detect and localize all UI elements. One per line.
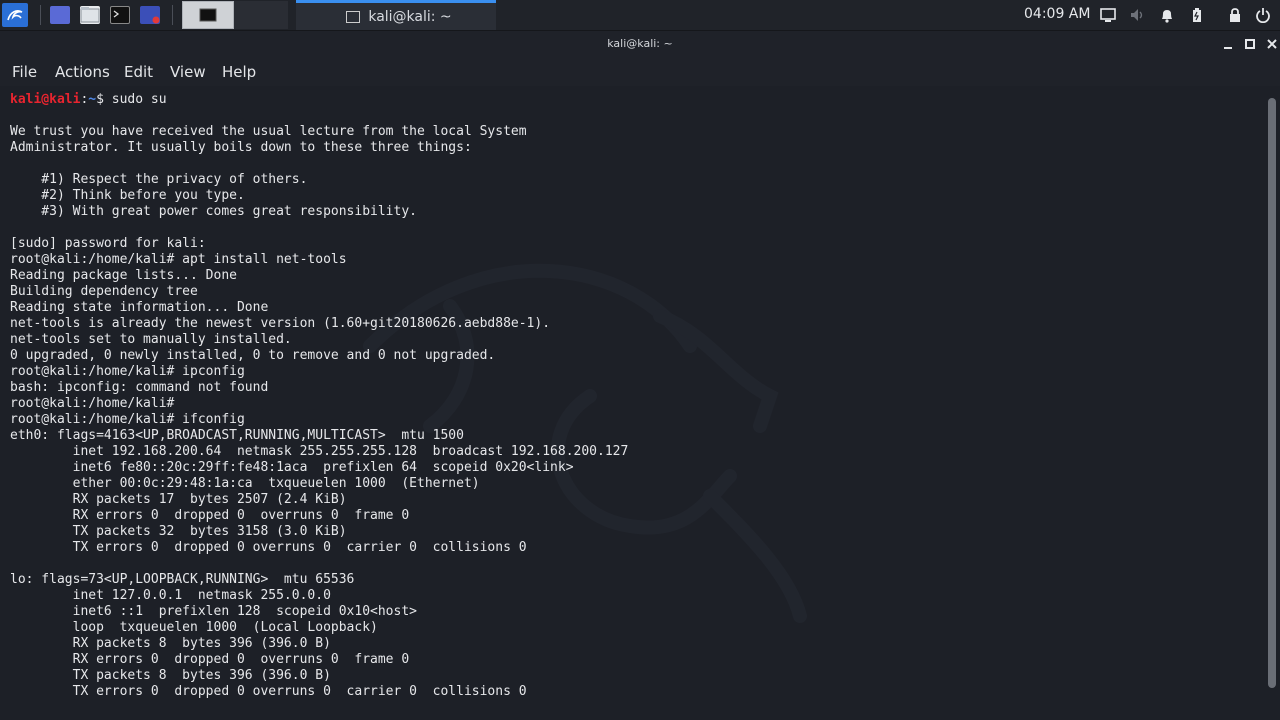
window-title: kali@kali: ~ — [607, 37, 673, 50]
minimize-icon[interactable] — [1221, 37, 1235, 51]
terminal-icon — [346, 10, 361, 23]
battery-icon[interactable] — [1189, 7, 1205, 23]
terminal-output-text: We trust you have received the usual lec… — [10, 124, 629, 699]
terminal-area[interactable]: kali@kali:~$ sudo su We trust you have r… — [0, 86, 1280, 720]
workspace-2[interactable] — [234, 1, 288, 29]
taskbar-terminal-button[interactable]: kali@kali: ~ — [296, 0, 496, 30]
panel-separator — [40, 5, 41, 25]
prompt-symbol: $ — [96, 92, 104, 107]
prompt-user: kali@kali — [10, 92, 81, 107]
menu-view[interactable]: View — [170, 63, 206, 81]
panel-separator — [172, 5, 173, 25]
terminal-icon[interactable] — [110, 6, 130, 24]
screenshot-icon[interactable] — [140, 6, 160, 24]
window-titlebar[interactable]: kali@kali: ~ — [0, 31, 1280, 58]
menu-bar: File Actions Edit View Help — [0, 58, 1280, 86]
top-panel: kali@kali: ~ 04:09 AM — [0, 0, 1280, 31]
file-manager-icon[interactable] — [80, 6, 100, 24]
menu-edit[interactable]: Edit — [124, 63, 153, 81]
kali-menu-icon[interactable] — [2, 3, 28, 27]
clock[interactable]: 04:09 AM — [1024, 6, 1090, 22]
lock-icon[interactable] — [1227, 7, 1243, 23]
menu-help[interactable]: Help — [222, 63, 256, 81]
first-command: sudo su — [103, 92, 167, 107]
power-icon[interactable] — [1255, 7, 1271, 24]
menu-file[interactable]: File — [12, 63, 37, 81]
terminal-scrollbar[interactable] — [1268, 98, 1276, 688]
close-icon[interactable] — [1265, 37, 1279, 51]
volume-icon[interactable] — [1129, 7, 1145, 23]
taskbar-terminal-label: kali@kali: ~ — [368, 8, 452, 25]
prompt-path: ~ — [88, 92, 97, 107]
workspace-1[interactable] — [182, 1, 234, 29]
show-desktop-icon[interactable] — [50, 6, 70, 24]
maximize-icon[interactable] — [1243, 37, 1257, 51]
display-icon[interactable] — [1100, 7, 1116, 23]
notification-bell-icon[interactable] — [1159, 7, 1175, 23]
terminal-output: kali@kali:~$ sudo su We trust you have r… — [10, 92, 628, 700]
menu-actions[interactable]: Actions — [55, 63, 110, 81]
